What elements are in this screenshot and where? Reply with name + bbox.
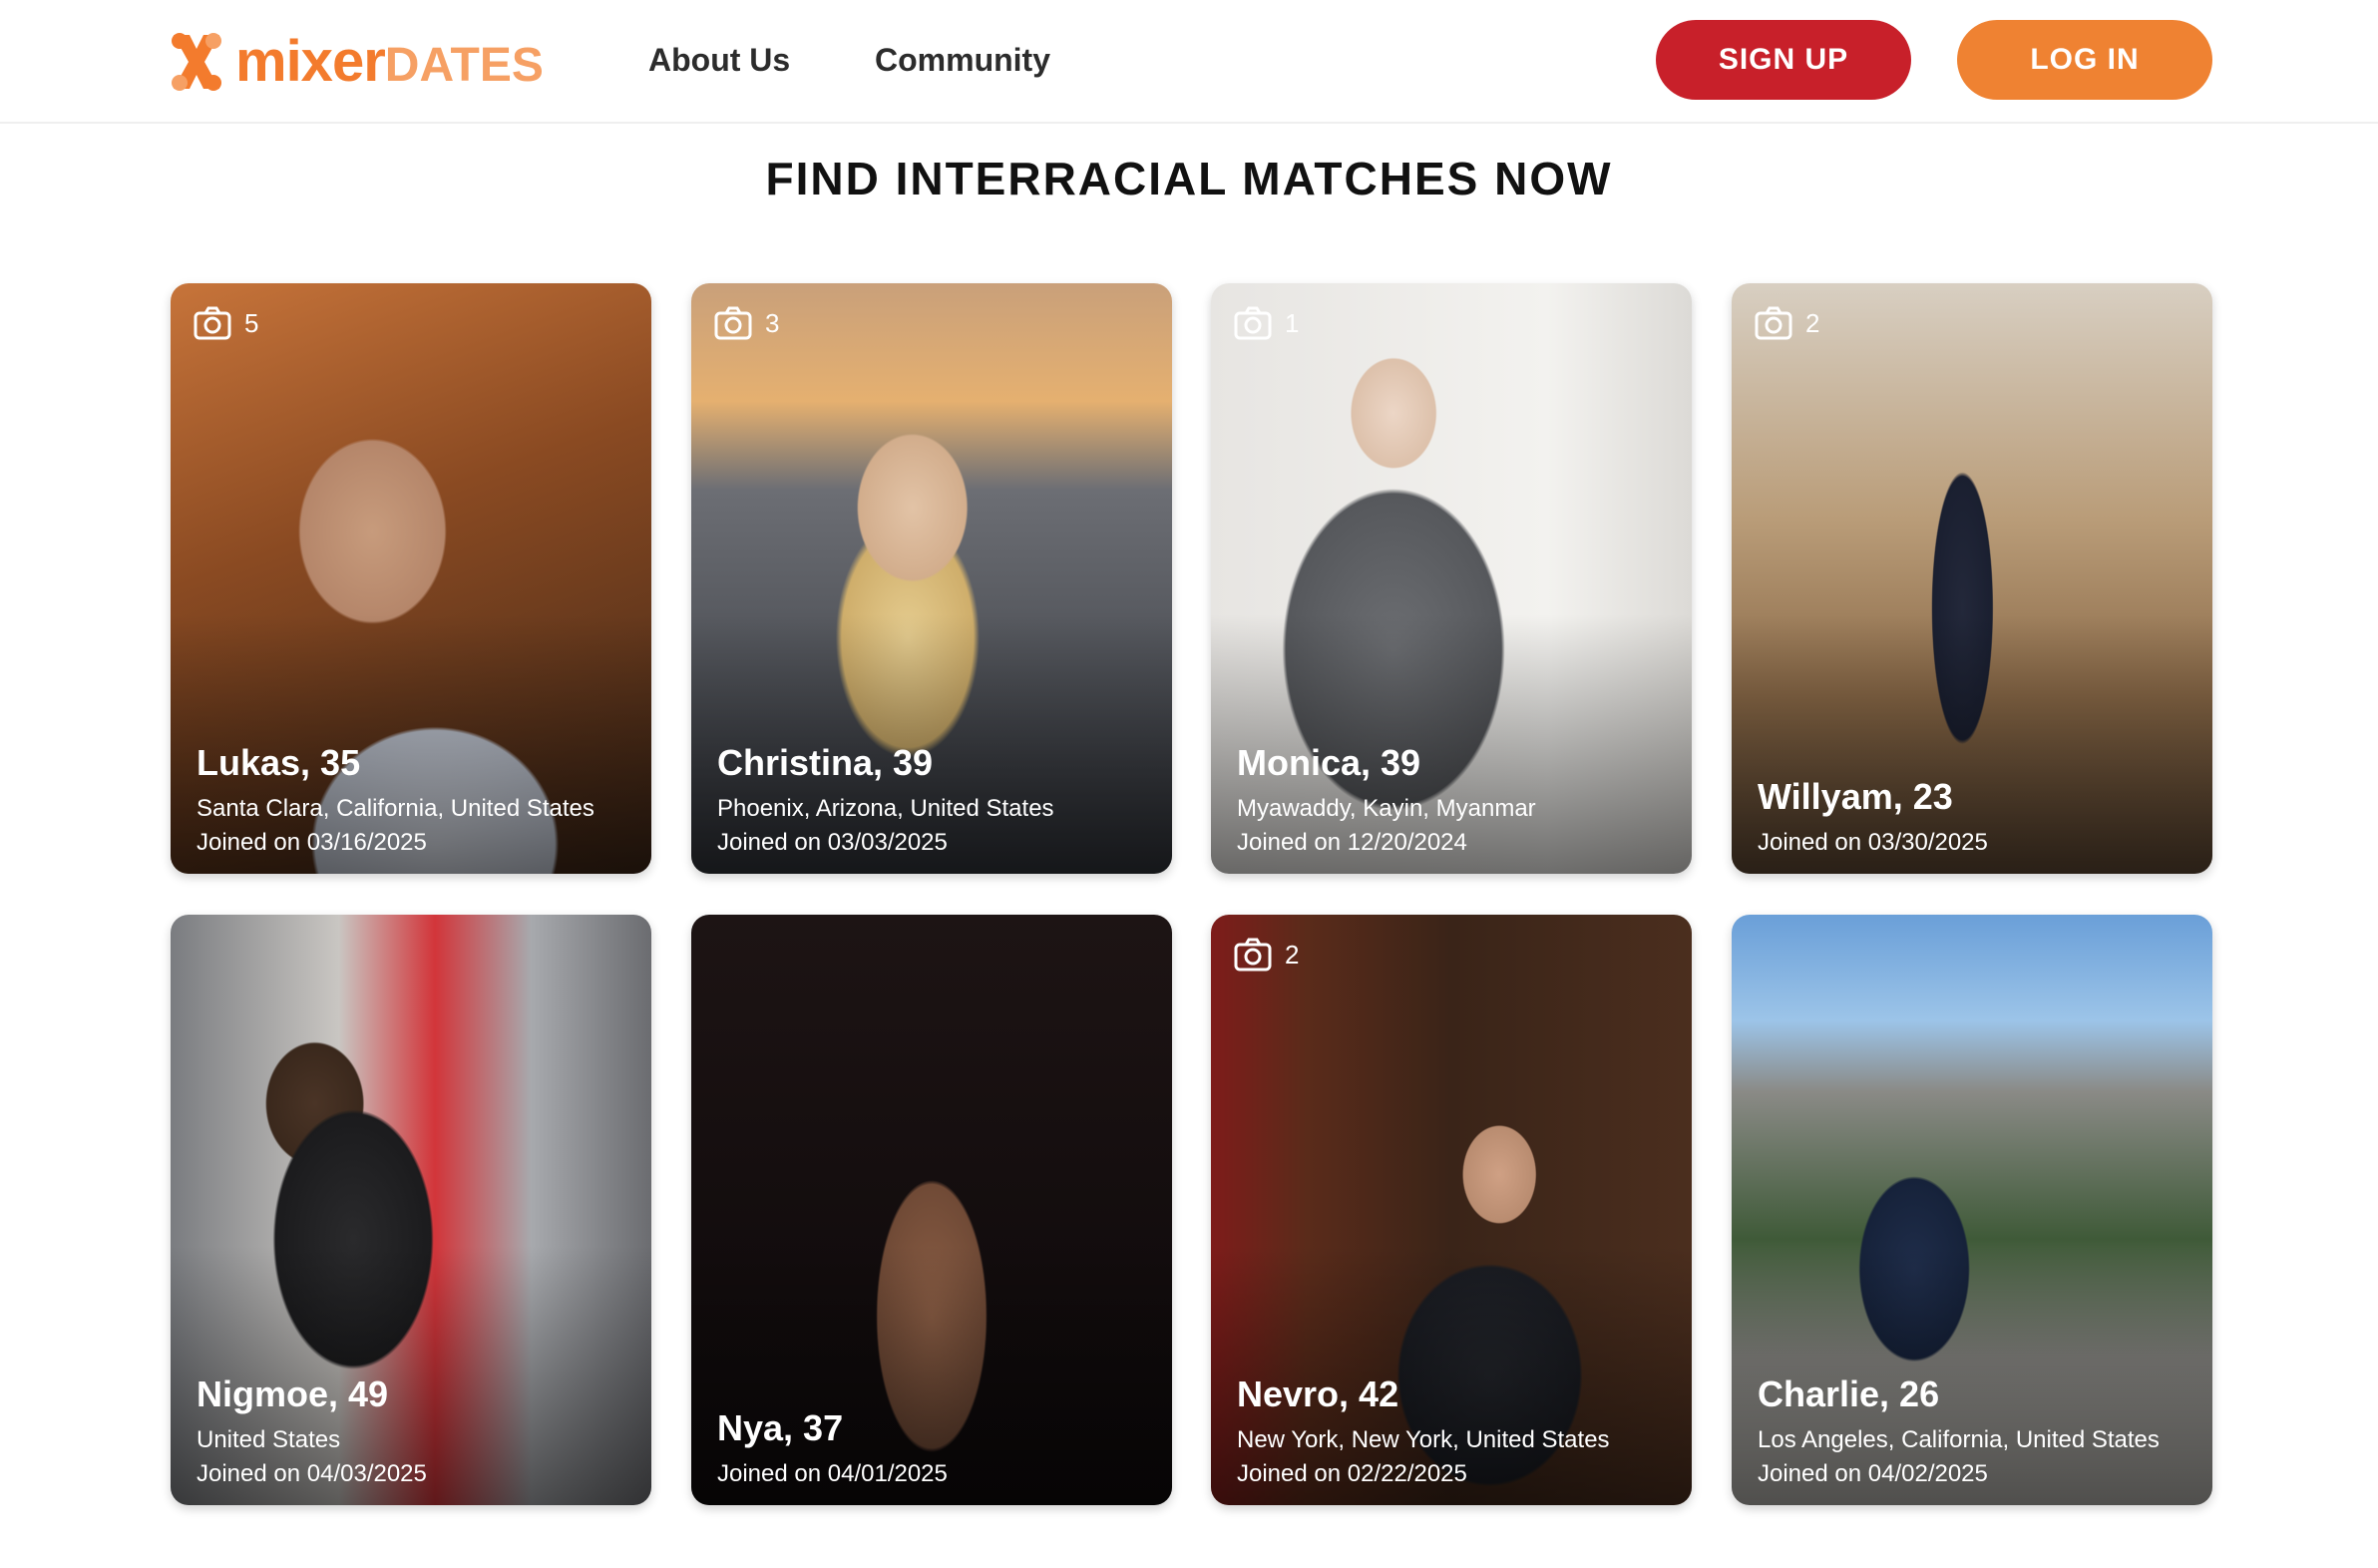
profile-location: Myawaddy, Kayin, Myanmar	[1237, 795, 1536, 822]
profile-name: Charlie, 26	[1758, 1373, 1940, 1414]
profile-joined-date: Joined on 03/03/2025	[717, 829, 948, 856]
profile-location: Santa Clara, California, United States	[197, 795, 594, 822]
photo-count-value: 5	[244, 307, 259, 338]
profile-joined-date: Joined on 04/02/2025	[1758, 1460, 1988, 1487]
profile-info: Christina, 39 Phoenix, Arizona, United S…	[717, 742, 1152, 860]
photo-count-value: 2	[1805, 307, 1820, 338]
photo-count-value: 2	[1285, 939, 1300, 970]
profile-info: Monica, 39 Myawaddy, Kayin, Myanmar Join…	[1237, 742, 1672, 860]
logo-text: mixerDATES	[235, 33, 544, 91]
profile-name: Nevro, 42	[1237, 1373, 1399, 1414]
profile-card[interactable]: 5 Lukas, 35 Santa Clara, California, Uni…	[171, 283, 651, 874]
profile-card[interactable]: 3 Christina, 39 Phoenix, Arizona, United…	[691, 283, 1172, 874]
profile-info: Nigmoe, 49 United States Joined on 04/03…	[197, 1373, 631, 1491]
camera-icon	[1755, 306, 1792, 340]
profile-name: Willyam, 23	[1758, 776, 1953, 817]
logo-text-part1: mixer	[235, 29, 386, 94]
photo-count: 2	[1233, 937, 1299, 973]
profile-location: Phoenix, Arizona, United States	[717, 795, 1054, 822]
camera-icon	[1234, 306, 1272, 340]
profile-joined-date: Joined on 03/30/2025	[1758, 829, 1988, 856]
profile-info: Charlie, 26 Los Angeles, California, Uni…	[1758, 1373, 2192, 1491]
photo-count: 1	[1233, 305, 1299, 341]
profile-info: Nevro, 42 New York, New York, United Sta…	[1237, 1373, 1672, 1491]
profile-joined-date: Joined on 03/16/2025	[197, 829, 427, 856]
photo-count-value: 1	[1285, 307, 1300, 338]
camera-icon	[1234, 938, 1272, 972]
logo[interactable]: mixerDATES	[168, 26, 544, 98]
profile-card[interactable]: Nigmoe, 49 United States Joined on 04/03…	[171, 915, 651, 1505]
profile-card[interactable]: Nya, 37 Joined on 04/01/2025	[691, 915, 1172, 1505]
profile-card[interactable]: 2 Willyam, 23 Joined on 03/30/2025	[1732, 283, 2212, 874]
photo-count: 5	[193, 305, 258, 341]
photo-count-value: 3	[765, 307, 780, 338]
camera-icon	[714, 306, 752, 340]
profile-location: Los Angeles, California, United States	[1758, 1426, 2160, 1453]
page-title: FIND INTERRACIAL MATCHES NOW	[765, 153, 1613, 204]
profile-joined-date: Joined on 04/03/2025	[197, 1460, 427, 1487]
profile-location: United States	[197, 1426, 341, 1453]
profile-info: Willyam, 23 Joined on 03/30/2025	[1758, 776, 2192, 860]
site-header: mixerDATES About Us Community SIGN UP LO…	[0, 0, 2378, 124]
profile-name: Christina, 39	[717, 742, 934, 783]
profile-joined-date: Joined on 02/22/2025	[1237, 1460, 1467, 1487]
camera-icon	[194, 306, 231, 340]
profile-name: Monica, 39	[1237, 742, 1421, 783]
profile-name: Nya, 37	[717, 1407, 844, 1448]
nav-about-us[interactable]: About Us	[648, 40, 790, 80]
profile-location: New York, New York, United States	[1237, 1426, 1610, 1453]
profile-card[interactable]: Charlie, 26 Los Angeles, California, Uni…	[1732, 915, 2212, 1505]
log-in-button[interactable]: LOG IN	[1957, 20, 2212, 100]
photo-count: 3	[713, 305, 779, 341]
x-logo-icon	[172, 33, 221, 91]
sign-up-button[interactable]: SIGN UP	[1656, 20, 1911, 100]
profile-name: Lukas, 35	[197, 742, 361, 783]
profile-card[interactable]: 2 Nevro, 42 New York, New York, United S…	[1211, 915, 1692, 1505]
profile-info: Lukas, 35 Santa Clara, California, Unite…	[197, 742, 631, 860]
profile-joined-date: Joined on 12/20/2024	[1237, 829, 1467, 856]
profile-name: Nigmoe, 49	[197, 1373, 389, 1414]
profile-card[interactable]: 1 Monica, 39 Myawaddy, Kayin, Myanmar Jo…	[1211, 283, 1692, 874]
nav-community[interactable]: Community	[875, 40, 1050, 80]
profile-info: Nya, 37 Joined on 04/01/2025	[717, 1407, 1152, 1491]
photo-count: 2	[1754, 305, 1819, 341]
profile-joined-date: Joined on 04/01/2025	[717, 1460, 948, 1487]
logo-text-part2: DATES	[384, 39, 544, 92]
